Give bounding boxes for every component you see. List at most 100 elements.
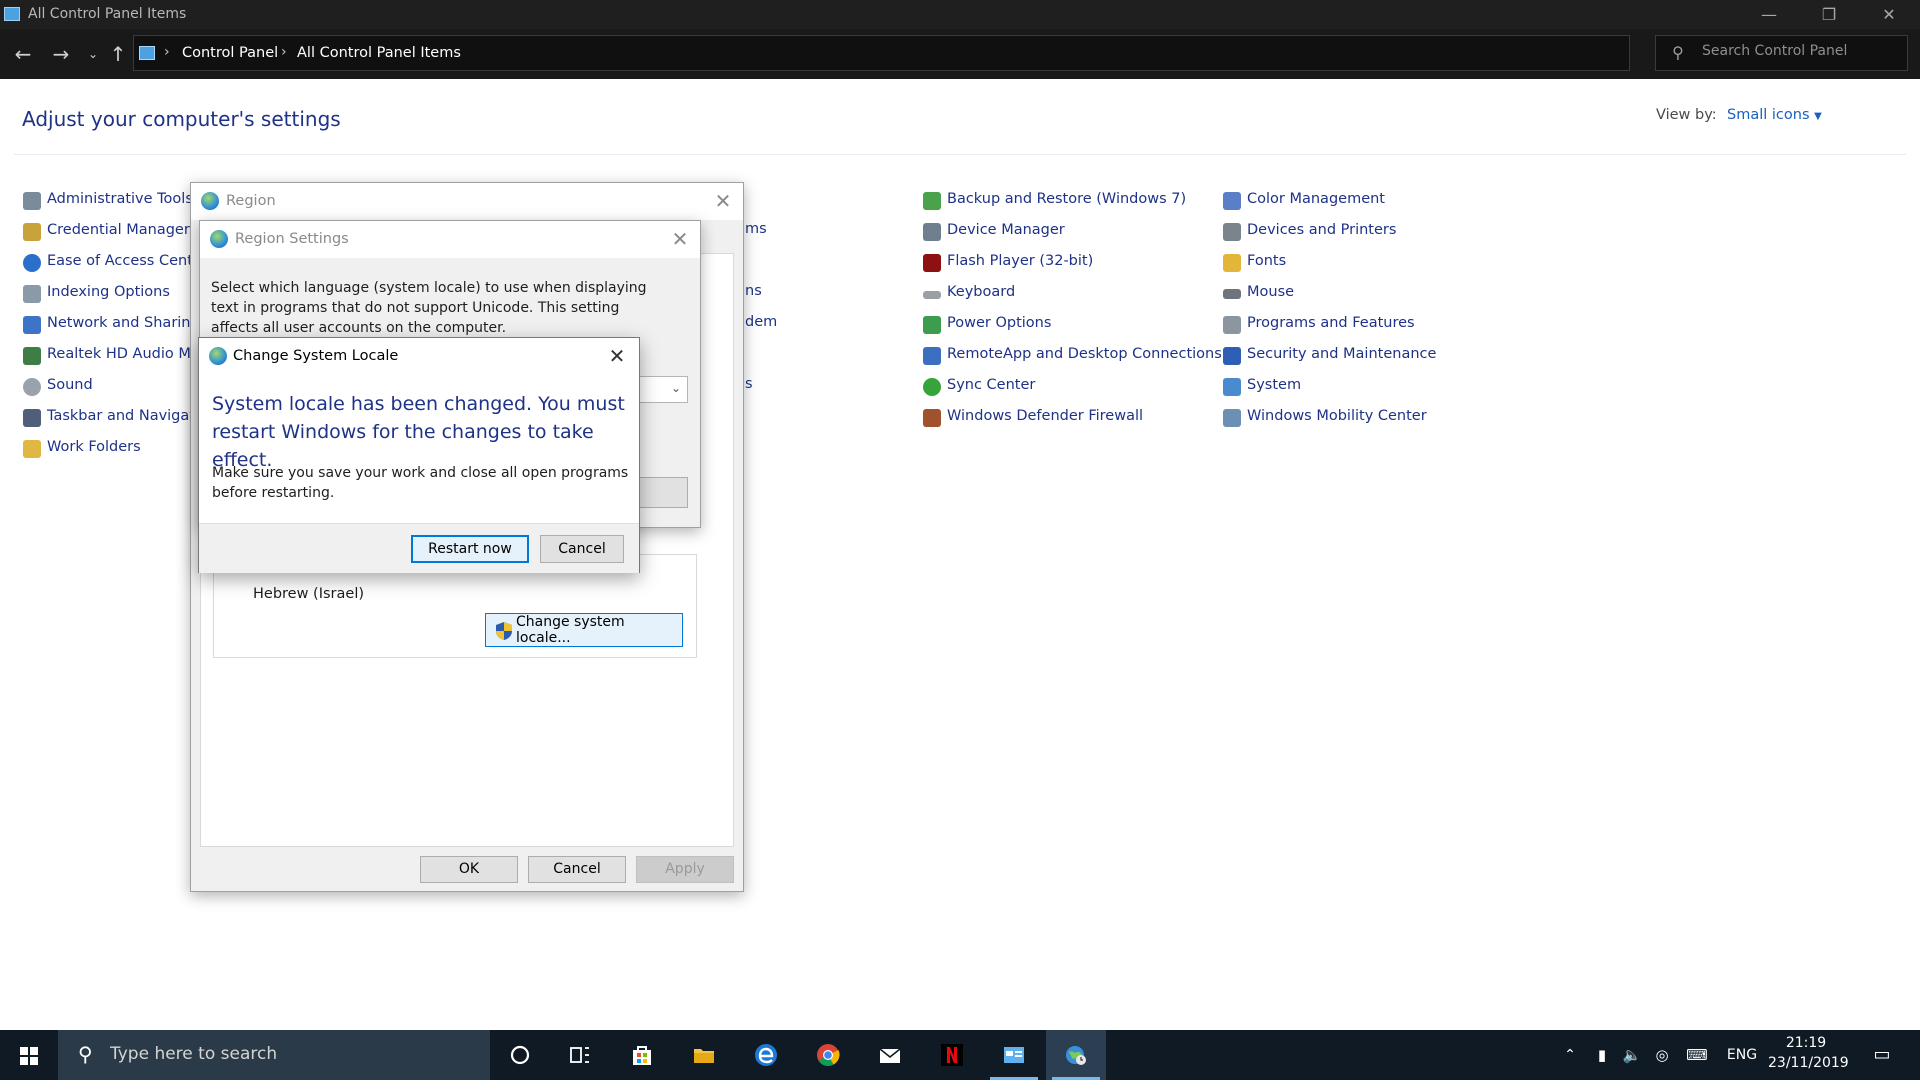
close-button[interactable]: ✕ xyxy=(1860,0,1918,29)
cp-item-partial[interactable]: dem xyxy=(745,314,777,336)
breadcrumb-separator-icon[interactable]: › xyxy=(281,44,287,60)
flash-player-icon xyxy=(923,254,941,272)
window-title: All Control Panel Items xyxy=(28,6,187,22)
search-input[interactable] xyxy=(1702,43,1902,59)
sound-icon xyxy=(23,378,41,396)
start-button[interactable] xyxy=(0,1030,58,1080)
folder-icon xyxy=(694,1049,714,1063)
region-settings-title-bar[interactable]: Region Settings ✕ xyxy=(200,221,700,258)
control-panel-location-icon xyxy=(139,46,155,60)
chevron-down-icon: ⌄ xyxy=(670,381,681,395)
content-divider xyxy=(14,154,1906,155)
windows-logo-icon xyxy=(20,1047,38,1065)
region-settings-taskbar-icon[interactable] xyxy=(1046,1030,1106,1080)
envelope-icon xyxy=(879,1048,901,1063)
region-cancel-button[interactable]: Cancel xyxy=(528,856,626,883)
save-work-note: Make sure you save your work and close a… xyxy=(212,465,629,501)
address-bar: ← → ⌄ ↑ › Control Panel › All Control Pa… xyxy=(0,29,1920,79)
cp-item-partial[interactable]: ns xyxy=(745,283,762,305)
address-input[interactable]: › Control Panel › All Control Panel Item… xyxy=(133,35,1763,71)
mobility-center-icon xyxy=(1223,409,1241,427)
search-icon: ⚲ xyxy=(78,1042,93,1066)
control-panel-taskbar-icon[interactable] xyxy=(984,1030,1044,1080)
region-globe-icon xyxy=(201,192,219,210)
edge-browser-icon[interactable] xyxy=(736,1030,796,1080)
touch-keyboard-icon[interactable]: ⌨ xyxy=(1680,1030,1714,1080)
taskbar-search-box[interactable]: ⚲ xyxy=(58,1030,490,1080)
taskbar: ⚲ ⌃ ▮ 🔈 ◎ ⌨ ENG 21:19 23/11/2019 ▭ xyxy=(0,1030,1920,1080)
battery-icon[interactable]: ▮ xyxy=(1590,1030,1614,1080)
region-window-title: Region xyxy=(226,193,276,209)
locale-dialog-cancel-button[interactable]: Cancel xyxy=(540,535,624,563)
region-title-bar[interactable]: Region ✕ xyxy=(191,183,743,220)
security-maintenance-flag-icon xyxy=(1223,347,1241,365)
dropdown-caret-icon: ▼ xyxy=(1814,111,1822,122)
clock-date[interactable]: 23/11/2019 xyxy=(1768,1055,1849,1071)
view-by-label: View by: xyxy=(1656,107,1717,123)
forward-arrow-icon[interactable]: → xyxy=(46,40,76,68)
region-globe-clock-icon xyxy=(1066,1046,1086,1065)
region-settings-close-icon[interactable]: ✕ xyxy=(660,221,700,258)
wifi-icon[interactable]: ◎ xyxy=(1650,1030,1674,1080)
region-settings-title: Region Settings xyxy=(235,231,349,247)
back-arrow-icon[interactable]: ← xyxy=(8,40,38,68)
devices-printers-icon xyxy=(1223,223,1241,241)
credential-manager-icon xyxy=(23,223,41,241)
locale-dialog-title: Change System Locale xyxy=(233,348,399,364)
breadcrumb-control-panel[interactable]: Control Panel xyxy=(182,45,278,61)
firewall-icon xyxy=(923,409,941,427)
region-apply-button[interactable]: Apply xyxy=(636,856,734,883)
view-by-dropdown[interactable]: Small icons ▼ xyxy=(1727,107,1822,123)
change-system-locale-label[interactable]: Change system locale... xyxy=(516,614,625,646)
locale-changed-message: System locale has been changed. You must… xyxy=(212,393,625,471)
clock-time[interactable]: 21:19 xyxy=(1774,1035,1838,1051)
view-by-value[interactable]: Small icons xyxy=(1727,107,1810,123)
cp-item-partial[interactable]: s xyxy=(745,376,753,398)
current-system-locale: Hebrew (Israel) xyxy=(253,586,365,602)
netflix-n-icon xyxy=(941,1044,963,1066)
cp-item-partial[interactable]: ms xyxy=(745,221,767,243)
file-explorer-icon[interactable] xyxy=(674,1030,734,1080)
change-system-locale-button[interactable]: Change system locale... xyxy=(485,613,683,647)
network-sharing-icon xyxy=(23,316,41,334)
realtek-audio-icon xyxy=(23,347,41,365)
chrome-browser-icon[interactable] xyxy=(798,1030,858,1080)
programs-features-icon xyxy=(1223,316,1241,334)
minimize-button[interactable]: — xyxy=(1740,0,1798,29)
input-language-indicator[interactable]: ENG xyxy=(1722,1030,1762,1080)
netflix-icon[interactable] xyxy=(922,1030,982,1080)
control-panel-icon xyxy=(4,7,20,21)
remoteapp-icon xyxy=(923,347,941,365)
page-title: Adjust your computer's settings xyxy=(22,107,341,131)
restart-now-button[interactable]: Restart now xyxy=(411,535,529,563)
action-center-icon[interactable]: ▭ xyxy=(1864,1030,1900,1080)
uac-shield-icon xyxy=(496,622,512,640)
store-bag-icon xyxy=(633,1046,651,1065)
change-system-locale-dialog: Change System Locale ✕ System locale has… xyxy=(198,337,640,573)
locale-dialog-close-icon[interactable]: ✕ xyxy=(595,338,639,375)
cortana-icon[interactable] xyxy=(490,1030,550,1080)
locale-dialog-title-bar[interactable]: Change System Locale ✕ xyxy=(199,338,639,375)
device-manager-icon xyxy=(923,223,941,241)
restore-button[interactable]: ❐ xyxy=(1800,0,1858,29)
fonts-icon xyxy=(1223,254,1241,272)
breadcrumb-all-items[interactable]: All Control Panel Items xyxy=(297,45,461,61)
indexing-options-icon xyxy=(23,285,41,303)
power-options-icon xyxy=(923,316,941,334)
microsoft-store-icon[interactable] xyxy=(612,1030,672,1080)
breadcrumb-separator-icon[interactable]: › xyxy=(164,44,170,60)
region-close-icon[interactable]: ✕ xyxy=(703,183,743,220)
title-bar: All Control Panel Items — ❐ ✕ xyxy=(0,0,1920,29)
up-arrow-icon[interactable]: ↑ xyxy=(103,40,133,68)
search-box[interactable]: ⚲ xyxy=(1655,35,1908,71)
mouse-icon xyxy=(1223,289,1241,299)
edge-e-icon xyxy=(755,1044,777,1066)
admin-tools-icon xyxy=(23,192,41,210)
taskbar-search-input[interactable] xyxy=(110,1044,470,1064)
task-view-icon[interactable] xyxy=(550,1030,610,1080)
mail-icon[interactable] xyxy=(860,1030,920,1080)
show-hidden-icons-chevron-icon[interactable]: ⌃ xyxy=(1556,1030,1584,1080)
region-ok-button[interactable]: OK xyxy=(420,856,518,883)
volume-icon[interactable]: 🔈 xyxy=(1620,1030,1644,1080)
sync-center-icon xyxy=(923,378,941,396)
